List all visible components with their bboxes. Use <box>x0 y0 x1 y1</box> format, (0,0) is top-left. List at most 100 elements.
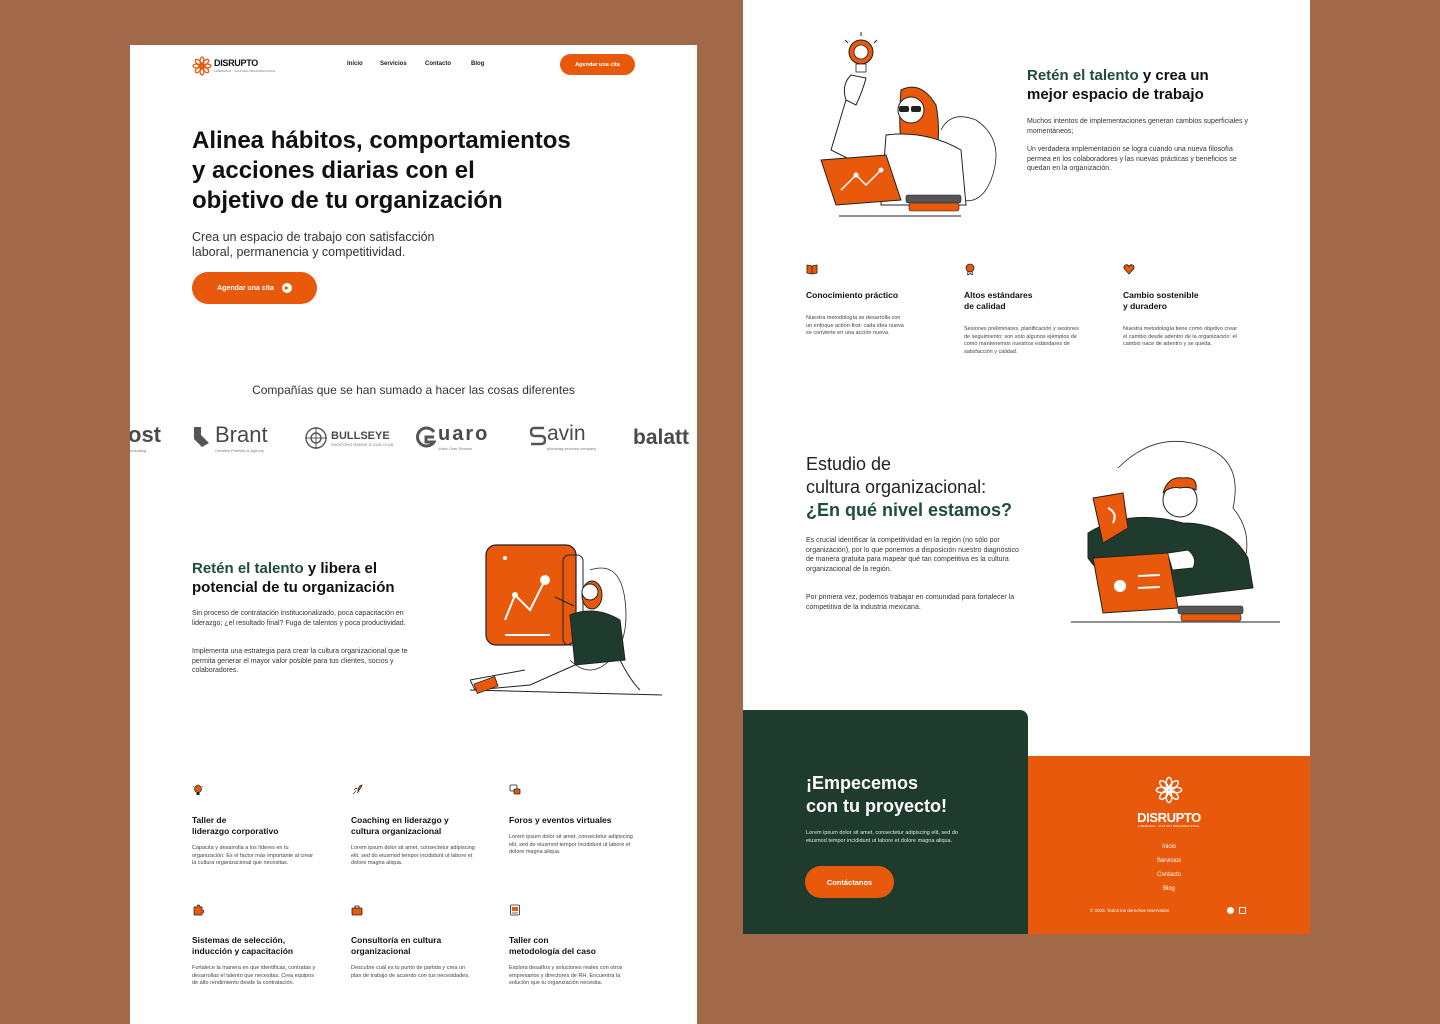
service-card[interactable]: Taller de liderazgo corporativo Capacita … <box>192 783 322 868</box>
footer-link-inicio[interactable]: Inicio <box>1028 844 1310 850</box>
service-title-line2: organizacional <box>351 946 411 956</box>
logo[interactable]: DISRUPTO LIDERAZGO · CULTURA ORGANIZACIO… <box>192 55 282 77</box>
right-retain-title-line2: mejor espacio de trabajo <box>1027 86 1204 103</box>
brand-tagline: LIDERAZGO · CULTURA ORGANIZACIONAL <box>214 69 276 73</box>
footer-brand-name[interactable]: DISRUPTO <box>1028 810 1310 825</box>
service-card[interactable]: Sistemas de selección, inducción y capaci… <box>192 903 322 988</box>
right-retain-title: Retén el talento y crea un mejor espacio… <box>1027 66 1287 104</box>
service-description: Lorem ipsum dolor sit amet, consectetur … <box>509 834 633 855</box>
service-card[interactable]: Taller con metodología del caso Explora d… <box>509 903 639 988</box>
hero-schedule-button[interactable]: Agendar una cita <box>192 272 317 304</box>
retain-title-line2: potencial de tu organización <box>192 579 395 596</box>
company-logo-avin: avin plumbing services company <box>530 421 596 451</box>
cta-description: Lorem ipsum dolor sit amet, consectetur … <box>806 830 958 844</box>
facebook-icon[interactable] <box>1227 907 1234 914</box>
brant-mark-icon <box>194 427 209 447</box>
contact-button[interactable]: Contáctanos <box>805 866 894 898</box>
right-retain-paragraph-2: Un verdadera implementación se logra cua… <box>1027 146 1237 172</box>
puzzle-icon <box>193 904 205 916</box>
book-icon <box>806 264 818 275</box>
nav-item-inicio[interactable]: Inicio <box>347 61 363 67</box>
company-logo-bullseye: BULLSEYE SHOOTING RANGE & GUN CLUB <box>305 425 393 451</box>
service-description: Fortalece la manera en que identificas, … <box>192 965 316 986</box>
feature-title-line2: de calidad <box>964 301 1006 311</box>
hero-title-line1: Alinea hábitos, comportamientos <box>192 127 571 154</box>
landing-page-left: DISRUPTO LIDERAZGO · CULTURA ORGANIZACIO… <box>130 45 697 1024</box>
chat-icon <box>509 784 521 795</box>
landing-page-right: Retén el talento y crea un mejor espacio… <box>743 0 1310 934</box>
hero-subtitle-line1: Crea un espacio de trabajo con satisfacc… <box>192 230 435 244</box>
study-paragraph-2: Por primera vez, podemos trabajar en com… <box>806 594 1015 611</box>
footer-link-contacto[interactable]: Contacto <box>1028 872 1310 878</box>
service-title-line2: inducción y capacitación <box>192 946 294 956</box>
feature-description: Nuestra metodología se desarrolla con un… <box>806 315 904 336</box>
company-logo-ost: ostconsulting <box>130 421 161 453</box>
feature-title-line1: Altos estándares <box>964 290 1033 300</box>
avin-mark-icon <box>530 426 546 446</box>
nav-item-servicios[interactable]: Servicios <box>380 61 407 67</box>
cta-title: ¡Empecemos con tu proyecto! <box>806 772 947 818</box>
service-description: Explora desafíos y soluciones reales con… <box>509 965 623 986</box>
service-title-line1: Taller con <box>509 935 549 945</box>
copyright: © 2023. Todos los derechos reservados <box>1090 908 1170 913</box>
retain-title-rest: y libera el <box>303 560 378 577</box>
service-card[interactable]: Foros y eventos virtuales Lorem ipsum do… <box>509 783 639 857</box>
right-retain-title-accent: Retén el talento <box>1027 67 1139 84</box>
cta-title-line1: ¡Empecemos <box>806 773 919 793</box>
arrow-circle-icon <box>281 283 292 293</box>
flower-logo-icon <box>1155 776 1183 804</box>
retain-paragraph-2: Implementa una estrategia para crear la … <box>192 648 408 674</box>
footer-link-servicios[interactable]: Servicios <box>1028 858 1310 864</box>
award-icon <box>965 263 975 276</box>
hero-title-line2: y acciones diarias con el <box>192 157 475 184</box>
service-description: Capacita y desarrolla a los líderes en t… <box>192 845 314 866</box>
study-title: Estudio de cultura organizacional: ¿En q… <box>806 453 1066 522</box>
study-title-line3: ¿En qué nivel estamos? <box>806 500 1013 520</box>
footer-link-blog[interactable]: Blog <box>1028 886 1310 892</box>
service-card[interactable]: Coaching en liderazgo y cultura organizac… <box>351 783 481 868</box>
study-paragraph-1: Es crucial identificar la competitividad… <box>806 537 1019 573</box>
service-title-line1: Sistemas de selección, <box>192 935 286 945</box>
flower-logo-icon <box>192 56 212 76</box>
service-title-line1: Coaching en liderazgo y <box>351 815 449 825</box>
service-title-line1: Foros y eventos virtuales <box>509 815 612 825</box>
service-title-line2: metodología del caso <box>509 946 596 956</box>
schedule-appointment-button[interactable]: Agendar una cita <box>560 54 635 75</box>
feature-title-line1: Conocimiento práctico <box>806 290 899 300</box>
feature-description: Nuestra metodología tiene como objetivo … <box>1123 326 1238 347</box>
service-title-line1: Consultoría en cultura <box>351 935 442 945</box>
presenter-illustration <box>470 544 662 696</box>
service-title-line2: cultura organizacional <box>351 826 442 836</box>
hero-subtitle: Crea un espacio de trabajo con satisfacc… <box>192 230 512 260</box>
lightbulb-icon <box>192 784 204 795</box>
idea-illustration <box>820 32 997 217</box>
company-logo-balatt: balatt <box>633 426 690 449</box>
cta-title-line2: con tu proyecto! <box>806 796 948 816</box>
hero-button-label: Agendar una cita <box>217 284 274 292</box>
service-title-line2: liderazgo corporativo <box>192 826 279 836</box>
service-description: Descubre cuál es tu punto de partida y c… <box>351 965 470 979</box>
company-logo-uaro: uaro Voice Over Service <box>414 423 489 451</box>
retain-title-accent: Retén el talento <box>192 560 304 577</box>
study-title-line2: cultura organizacional: <box>806 477 987 497</box>
study-title-line1: Estudio de <box>806 454 892 474</box>
brand-name: DISRUPTO <box>214 58 258 68</box>
footer-brand-tagline: LIDERAZGO · CULTURA ORGANIZACIONAL <box>1138 824 1200 828</box>
feature-card: Altos estándares de calidad Sesiones prel… <box>964 262 1089 356</box>
hero-title: Alinea hábitos, comportamientos y accion… <box>192 126 652 216</box>
right-retain-title-rest: y crea un <box>1138 67 1209 84</box>
x-icon[interactable] <box>1239 907 1246 914</box>
feature-card: Conocimiento práctico Nuestra metodologí… <box>806 262 931 338</box>
briefcase-icon <box>351 905 363 916</box>
uaro-mark-icon <box>416 426 436 448</box>
company-logo-brant: Brant Creative Portfolio & Agency <box>192 422 268 453</box>
hero-title-line3: objetivo de tu organización <box>192 187 503 214</box>
feature-card: Cambio sostenible y duradero Nuestra meto… <box>1123 262 1248 349</box>
hero-subtitle-line2: laboral, permanencia y competitividad. <box>192 245 406 259</box>
service-card[interactable]: Consultoría en cultura organizacional Des… <box>351 903 481 980</box>
nav-item-blog[interactable]: Blog <box>471 61 484 67</box>
feature-title-line2: y duradero <box>1123 301 1167 311</box>
cta-block: ¡Empecemos con tu proyecto! Lorem ipsum … <box>743 710 1028 934</box>
companies-heading: Compañías que se han sumado a hacer las … <box>252 383 575 397</box>
nav-item-contacto[interactable]: Contacto <box>425 61 451 67</box>
